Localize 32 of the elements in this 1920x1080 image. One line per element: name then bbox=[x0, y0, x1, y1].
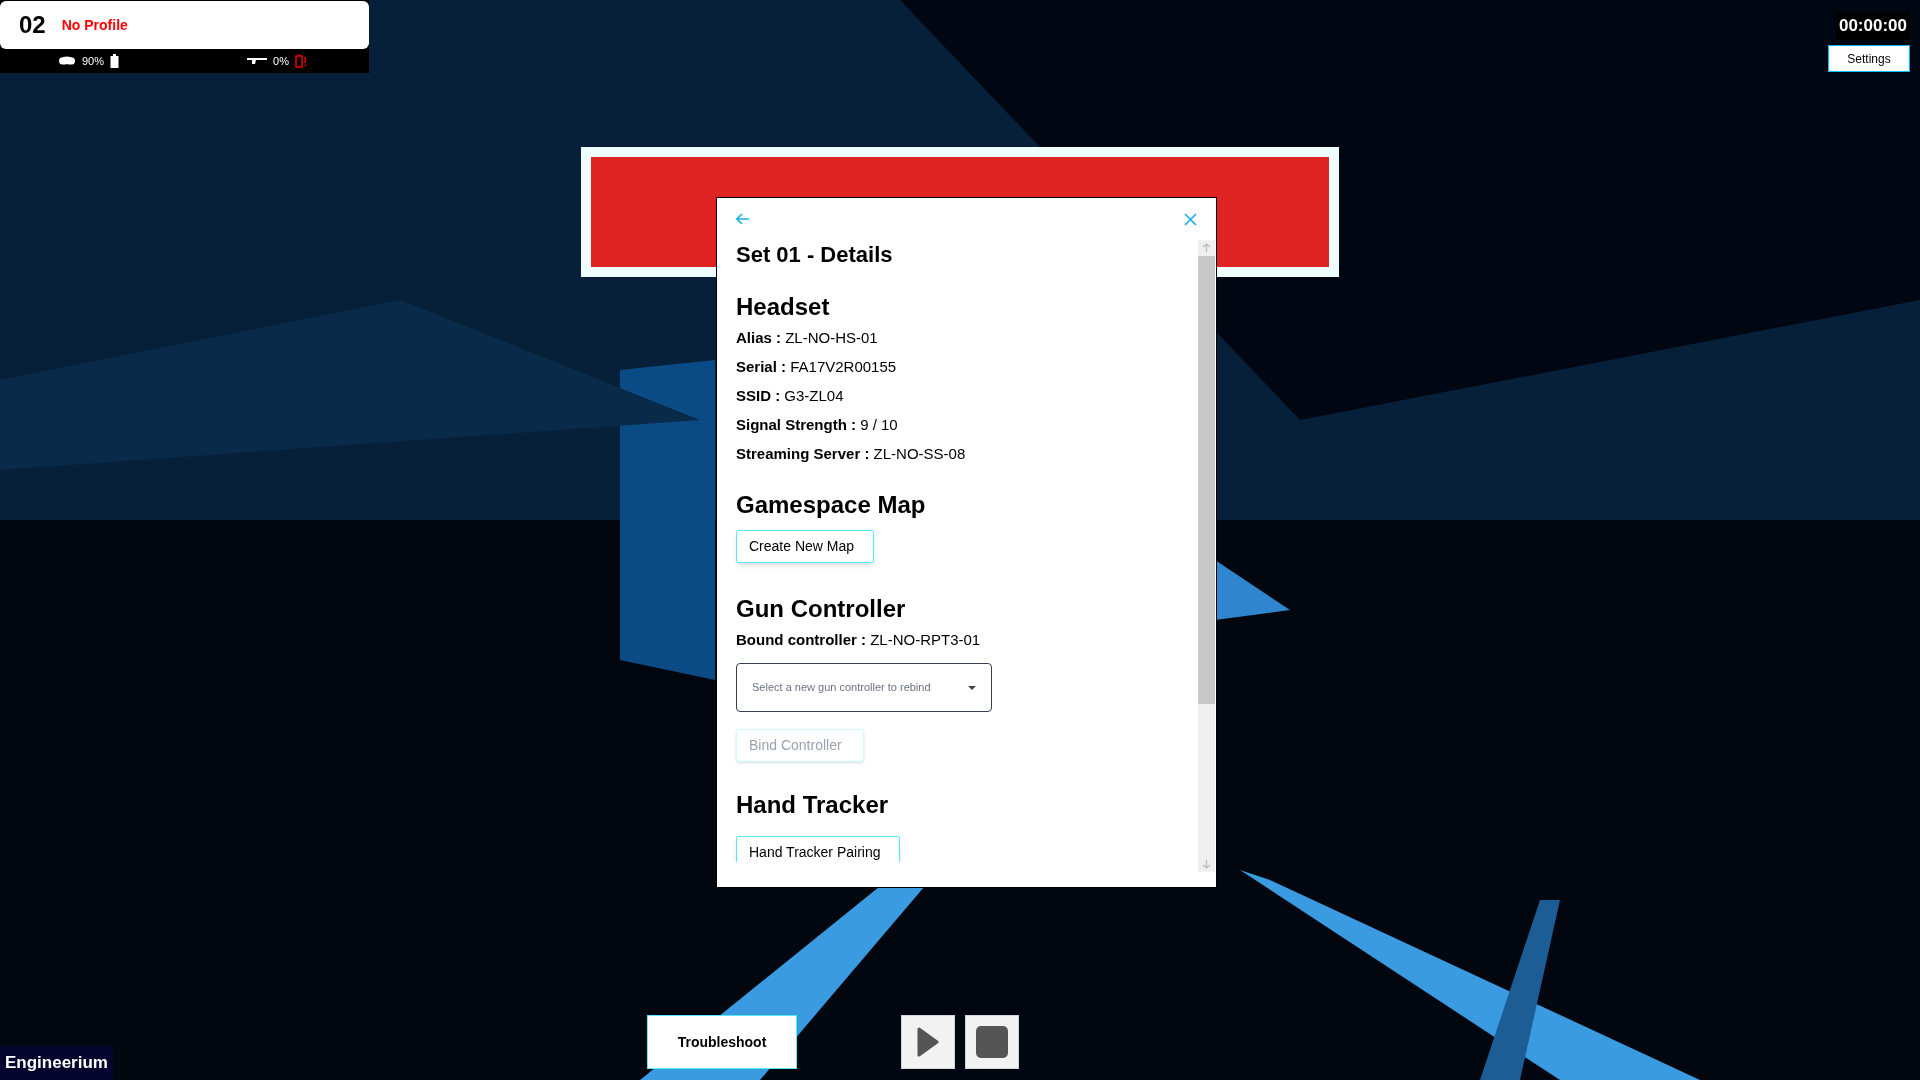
timer: 00:00:00 bbox=[1835, 12, 1910, 40]
troubleshoot-button[interactable]: Troubleshoot bbox=[647, 1015, 797, 1069]
info-line: Streaming Server : ZL-NO-SS-08 bbox=[736, 444, 967, 464]
info-line: Serial : FA17V2R00155 bbox=[736, 357, 898, 377]
info-line: Signal Strength : 9 / 10 bbox=[736, 415, 899, 435]
section-heading: Headset bbox=[736, 292, 831, 322]
dropdown-caret-icon bbox=[968, 685, 976, 690]
play-icon bbox=[917, 1027, 939, 1057]
scroll-thumb[interactable] bbox=[1198, 256, 1215, 704]
controller-select[interactable]: Select a new gun controller to rebind bbox=[736, 663, 992, 712]
section-heading: Gamespace Map bbox=[736, 490, 927, 520]
action-button[interactable]: Create New Map bbox=[736, 530, 874, 563]
player-number: 02 bbox=[19, 10, 46, 40]
back-arrow-icon[interactable] bbox=[736, 213, 750, 225]
action-button[interactable]: Hand Tracker Pairing bbox=[736, 836, 900, 862]
battery-reading: 0% bbox=[273, 53, 289, 69]
info-line: Alias : ZL-NO-HS-01 bbox=[736, 328, 879, 348]
settings-button[interactable]: Settings bbox=[1828, 45, 1910, 72]
gun-icon bbox=[247, 57, 268, 65]
close-icon[interactable] bbox=[1184, 212, 1197, 226]
stop-icon bbox=[976, 1026, 1008, 1058]
headset-icon bbox=[58, 56, 76, 66]
brand-label: Engineerium bbox=[0, 1046, 113, 1080]
dialog-title: Set 01 - Details bbox=[736, 241, 894, 269]
battery-reading: 90% bbox=[82, 53, 105, 69]
play-button[interactable] bbox=[901, 1015, 955, 1069]
info-line: Bound controller : ZL-NO-RPT3-01 bbox=[736, 630, 982, 650]
info-line: SSID : G3-ZL04 bbox=[736, 386, 845, 406]
stop-button[interactable] bbox=[965, 1015, 1019, 1069]
profile-name: No Profile bbox=[61, 15, 128, 35]
section-heading: Gun Controller bbox=[736, 594, 907, 624]
section-heading: Hand Tracker bbox=[736, 790, 890, 820]
